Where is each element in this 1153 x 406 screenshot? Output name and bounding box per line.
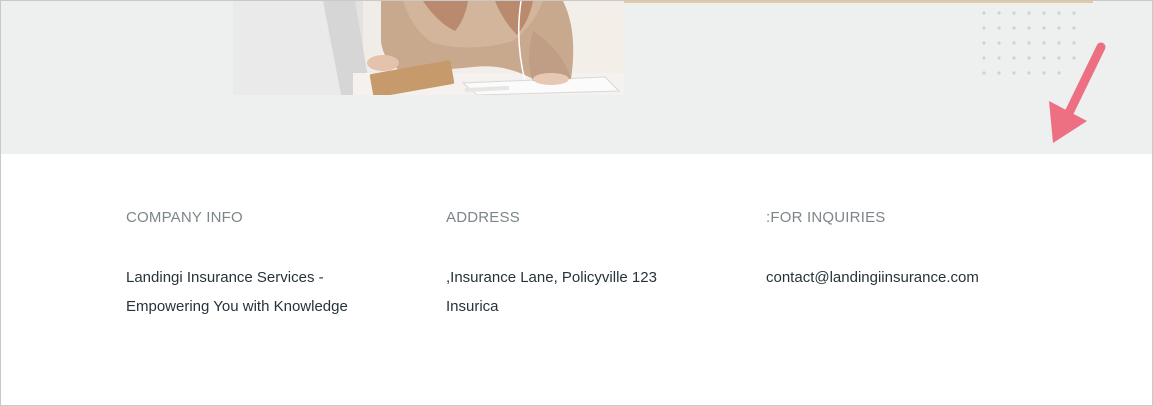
company-info-heading: COMPANY INFO [126, 209, 243, 226]
company-info-line: Landingi Insurance Services - [126, 269, 324, 286]
address-line: ,Insurance Lane, Policyville 123 [446, 269, 657, 286]
contact-email-link[interactable]: contact@landingiinsurance.com [766, 263, 1066, 292]
footer-section: COMPANY INFO Landingi Insurance Services… [1, 154, 1152, 405]
accent-line [623, 1, 1093, 3]
inquiries-text: contact@landingiinsurance.com [766, 263, 1066, 292]
address-column: ADDRESS ,Insurance Lane, Policyville 123… [446, 209, 746, 321]
inquiries-column: :FOR INQUIRIES contact@landingiinsurance… [766, 209, 1066, 292]
page-frame: COMPANY INFO Landingi Insurance Services… [0, 0, 1153, 406]
address-line: Insurica [446, 298, 499, 315]
hero-section [1, 1, 1152, 154]
address-heading: ADDRESS [446, 209, 520, 226]
pointer-arrow-icon [1049, 42, 1106, 143]
inquiries-heading: :FOR INQUIRIES [766, 209, 886, 226]
company-info-text: Landingi Insurance Services - Empowering… [126, 263, 426, 321]
photo-illustration [233, 1, 624, 95]
address-text: ,Insurance Lane, Policyville 123 Insuric… [446, 263, 746, 321]
company-info-column: COMPANY INFO Landingi Insurance Services… [126, 209, 426, 321]
hero-photo [233, 1, 624, 95]
company-info-line: Empowering You with Knowledge [126, 298, 348, 315]
